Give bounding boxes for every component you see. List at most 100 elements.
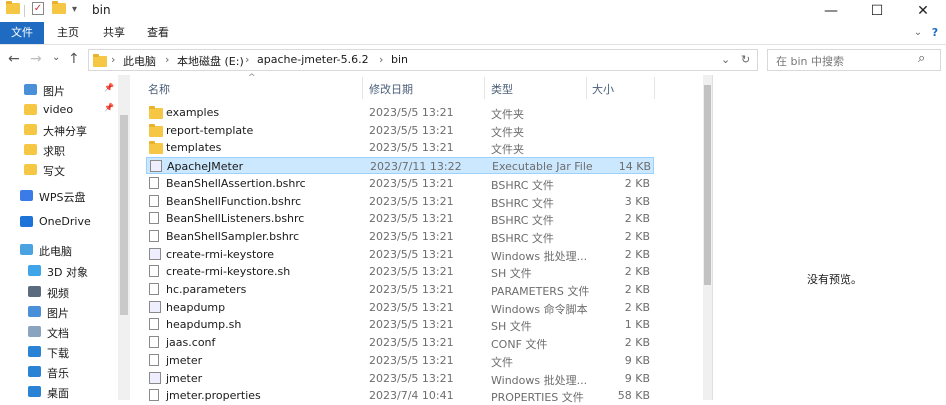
sidebar-item-2[interactable]: video 📌 xyxy=(0,99,118,119)
file-name: examples xyxy=(166,106,220,119)
breadcrumb-bin[interactable]: bin xyxy=(391,53,408,66)
help-icon[interactable]: ? xyxy=(928,22,942,44)
sidebar-item-10[interactable]: 视频 xyxy=(0,281,118,301)
file-row[interactable]: examples 2023/5/5 13:21 文件夹 xyxy=(146,104,654,121)
file-size: 3 KB xyxy=(624,194,650,208)
file-icon xyxy=(149,283,159,298)
file-row[interactable]: jmeter 2023/5/5 13:21 Windows 批处理... 9 KB xyxy=(146,370,654,387)
file-row[interactable]: create-rmi-keystore.sh 2023/5/5 13:21 SH 文… xyxy=(146,263,654,280)
this-pc-icon xyxy=(20,244,33,255)
sidebar-item-3[interactable]: 大神分享 xyxy=(0,119,118,139)
file-row[interactable]: hc.parameters 2023/5/5 13:21 PARAMETERS 文件… xyxy=(146,281,654,298)
file-row[interactable]: BeanShellListeners.bshrc 2023/5/5 13:21 BS… xyxy=(146,210,654,227)
file-row[interactable]: create-rmi-keystore 2023/5/5 13:21 Windows… xyxy=(146,246,654,263)
file-row[interactable]: report-template 2023/5/5 13:21 文件夹 xyxy=(146,122,654,139)
file-row[interactable]: heapdump 2023/5/5 13:21 Windows 命令脚本 2 KB xyxy=(146,299,654,316)
column-header-type[interactable]: 类型 xyxy=(491,81,513,97)
sidebar-item-7[interactable]: OneDrive xyxy=(0,211,118,231)
column-header-name[interactable]: 名称 xyxy=(148,81,170,97)
sidebar-item-label: 视频 xyxy=(47,287,69,300)
file-list-scrollbar-thumb[interactable] xyxy=(704,85,711,285)
file-row[interactable]: BeanShellAssertion.bshrc 2023/5/5 13:21 BS… xyxy=(146,175,654,192)
folder-icon xyxy=(149,143,163,157)
column-divider[interactable] xyxy=(586,77,587,99)
file-row[interactable]: BeanShellSampler.bshrc 2023/5/5 13:21 BSHR… xyxy=(146,228,654,245)
ribbon-expand-icon[interactable]: ⌄ xyxy=(912,22,924,44)
3d-objects-icon xyxy=(28,265,41,276)
properties-checkbox-icon[interactable]: ✓ xyxy=(32,2,44,15)
refresh-icon[interactable]: ↻ xyxy=(741,53,750,66)
sidebar-item-13[interactable]: 下载 xyxy=(0,341,118,361)
folder-icon xyxy=(24,104,37,115)
tab-home[interactable]: 主页 xyxy=(48,22,88,44)
file-size: 2 KB xyxy=(624,229,650,243)
back-button[interactable]: ← xyxy=(8,51,20,67)
address-dropdown-icon[interactable]: ⌄ xyxy=(721,53,730,66)
breadcrumb-this-pc[interactable]: 此电脑 xyxy=(123,53,156,69)
sidebar-item-11[interactable]: 图片 xyxy=(0,301,118,321)
file-size: 9 KB xyxy=(624,371,650,385)
sidebar-item-15[interactable]: 桌面 xyxy=(0,381,118,401)
column-divider[interactable] xyxy=(654,77,655,99)
sidebar-item-label: 3D 对象 xyxy=(47,266,88,279)
file-date: 2023/7/4 10:41 xyxy=(369,389,454,403)
sidebar-item-6[interactable]: WPS云盘 xyxy=(0,185,118,205)
search-input[interactable]: 在 bin 中搜索 ⌕ xyxy=(767,49,941,71)
wps-cloud-icon xyxy=(20,190,33,201)
file-list-scrollbar[interactable] xyxy=(703,75,712,400)
sidebar-item-5[interactable]: 写文 xyxy=(0,159,118,179)
quick-access-dropdown-icon[interactable]: ▾ xyxy=(72,4,86,17)
pictures-icon xyxy=(28,306,41,317)
sidebar-item-12[interactable]: 文档 xyxy=(0,321,118,341)
file-type: 文件夹 xyxy=(491,108,524,121)
up-button[interactable]: ↑ xyxy=(68,51,80,67)
address-bar[interactable]: › 此电脑 › 本地磁盘 (E:) › apache-jmeter-5.6.2 … xyxy=(88,49,758,71)
pictures-icon xyxy=(24,84,37,95)
close-button[interactable]: ✕ xyxy=(900,0,946,22)
tab-file[interactable]: 文件 xyxy=(0,22,44,44)
sidebar-item-8[interactable]: 此电脑 xyxy=(0,239,118,259)
title-bar: ✓ ▾ bin — ☐ ✕ xyxy=(0,0,946,22)
file-type: BSHRC 文件 xyxy=(491,178,554,192)
file-name: BeanShellAssertion.bshrc xyxy=(166,176,306,190)
nav-scrollbar[interactable] xyxy=(118,75,130,400)
forward-button[interactable]: → xyxy=(30,51,42,67)
tab-share[interactable]: 共享 xyxy=(94,22,134,44)
file-row[interactable]: jmeter.properties 2023/7/4 10:41 PROPERTIE… xyxy=(146,387,654,404)
file-type: Windows 批处理... xyxy=(491,373,588,387)
breadcrumb-separator: › xyxy=(165,53,170,66)
file-row[interactable]: templates 2023/5/5 13:21 文件夹 xyxy=(146,139,654,156)
maximize-button[interactable]: ☐ xyxy=(854,0,900,22)
file-row[interactable]: heapdump.sh 2023/5/5 13:21 SH 文件 1 KB xyxy=(146,316,654,333)
sidebar-item-1[interactable]: 图片 📌 xyxy=(0,79,118,99)
folder-icon xyxy=(24,164,37,175)
sidebar-item-9[interactable]: 3D 对象 xyxy=(0,260,118,280)
folder-icon xyxy=(24,144,37,155)
column-header-size[interactable]: 大小 xyxy=(592,81,614,97)
sidebar-item-14[interactable]: 音乐 xyxy=(0,361,118,381)
search-icon[interactable]: ⌕ xyxy=(918,51,925,66)
file-row[interactable]: ApacheJMeter 2023/7/11 13:22 Executable Ja… xyxy=(146,157,654,175)
column-divider[interactable] xyxy=(484,77,485,99)
file-name: create-rmi-keystore.sh xyxy=(166,265,291,279)
breadcrumb-drive[interactable]: 本地磁盘 (E:) xyxy=(177,53,244,69)
window-title: bin xyxy=(92,3,111,17)
file-name: report-template xyxy=(166,123,254,137)
column-header-date[interactable]: 修改日期 xyxy=(369,81,413,97)
sidebar-item-label: WPS云盘 xyxy=(39,191,86,204)
file-row[interactable]: jaas.conf 2023/5/5 13:21 CONF 文件 2 KB xyxy=(146,334,654,351)
file-row[interactable]: jmeter 2023/5/5 13:21 文件 9 KB xyxy=(146,352,654,369)
nav-scrollbar-thumb[interactable] xyxy=(120,115,128,315)
file-type: SH 文件 xyxy=(491,267,532,281)
file-type: SH 文件 xyxy=(491,320,532,334)
breadcrumb-jmeter[interactable]: apache-jmeter-5.6.2 xyxy=(257,53,369,66)
minimize-button[interactable]: — xyxy=(808,0,854,22)
new-folder-icon[interactable] xyxy=(52,1,66,16)
tab-view[interactable]: 查看 xyxy=(138,22,178,44)
recent-locations-button[interactable]: ⌄ xyxy=(52,52,60,63)
file-row[interactable]: BeanShellFunction.bshrc 2023/5/5 13:21 BSH… xyxy=(146,193,654,210)
column-divider[interactable] xyxy=(362,77,363,99)
file-name: jmeter.properties xyxy=(166,389,261,403)
file-name: ApacheJMeter xyxy=(167,160,244,174)
sidebar-item-4[interactable]: 求职 xyxy=(0,139,118,159)
